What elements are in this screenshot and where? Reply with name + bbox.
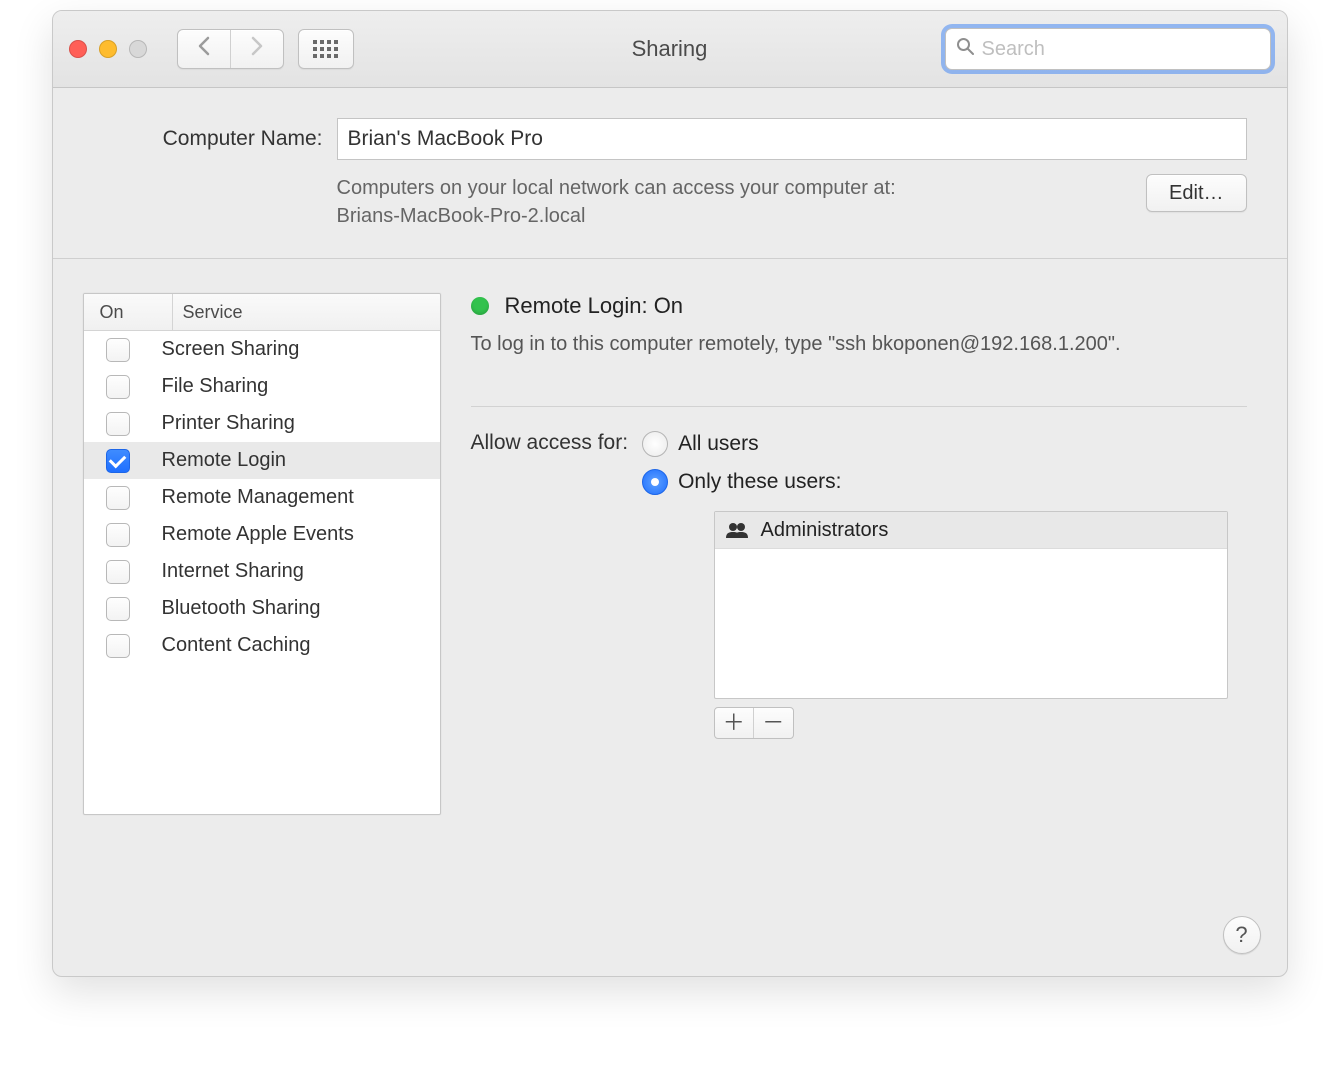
search-icon [956, 37, 974, 61]
service-checkbox[interactable] [106, 634, 130, 658]
service-row[interactable]: Internet Sharing [84, 553, 440, 590]
computer-name-section: Computer Name: Computers on your local n… [53, 88, 1287, 259]
sharing-preferences-window: Sharing Computer Name: Computers on your… [52, 10, 1288, 977]
service-row[interactable]: Remote Management [84, 479, 440, 516]
edit-hostname-button[interactable]: Edit… [1146, 174, 1246, 212]
services-col-service: Service [173, 294, 440, 330]
services-panel: On Service Screen Sharing File Sharing Pri… [83, 293, 441, 946]
user-name: Administrators [761, 519, 889, 542]
forward-button[interactable] [231, 30, 283, 68]
main-content: On Service Screen Sharing File Sharing Pri… [53, 259, 1287, 976]
service-label: Remote Login [154, 449, 287, 472]
service-row[interactable]: Printer Sharing [84, 405, 440, 442]
minus-icon: － [762, 712, 784, 734]
service-label: Printer Sharing [154, 412, 295, 435]
service-checkbox[interactable] [106, 597, 130, 621]
search-input[interactable] [980, 37, 1260, 62]
service-checkbox[interactable] [106, 486, 130, 510]
status-indicator-dot [471, 297, 489, 315]
services-list-header: On Service [84, 294, 440, 331]
radio-all-users-label: All users [678, 432, 759, 456]
service-label: Remote Management [154, 486, 354, 509]
add-user-button[interactable]: ＋ [715, 708, 755, 738]
service-status-text: Remote Login: On [505, 293, 684, 319]
services-col-on: On [84, 294, 173, 330]
chevron-left-icon [197, 36, 211, 62]
access-label: Allow access for: [471, 431, 629, 455]
service-label: Remote Apple Events [154, 523, 354, 546]
user-row[interactable]: Administrators [715, 512, 1227, 549]
service-row[interactable]: Remote Login [84, 442, 440, 479]
chevron-right-icon [250, 36, 264, 62]
computer-name-label: Computer Name: [93, 127, 323, 151]
window-close-button[interactable] [69, 40, 87, 58]
allowed-users-list[interactable]: Administrators [714, 511, 1228, 699]
service-checkbox[interactable] [106, 449, 130, 473]
service-checkbox[interactable] [106, 560, 130, 584]
access-radio-group: All users Only these users: [642, 431, 841, 495]
subtext-line-2: Brians-MacBook-Pro-2.local [337, 205, 586, 227]
service-row[interactable]: Content Caching [84, 627, 440, 664]
back-button[interactable] [178, 30, 231, 68]
help-icon: ? [1235, 922, 1247, 948]
service-row[interactable]: File Sharing [84, 368, 440, 405]
radio-only-these-users[interactable] [642, 469, 668, 495]
window-minimize-button[interactable] [99, 40, 117, 58]
service-label: File Sharing [154, 375, 269, 398]
nav-buttons [177, 29, 284, 69]
service-label: Bluetooth Sharing [154, 597, 321, 620]
login-instructions: To log in to this computer remotely, typ… [471, 333, 1247, 356]
group-icon [725, 522, 747, 538]
radio-only-users-row[interactable]: Only these users: [642, 469, 841, 495]
window-controls [69, 40, 147, 58]
service-row[interactable]: Screen Sharing [84, 331, 440, 368]
remove-user-button[interactable]: － [754, 708, 793, 738]
users-add-remove: ＋ － [714, 707, 794, 739]
service-checkbox[interactable] [106, 412, 130, 436]
service-label: Screen Sharing [154, 338, 300, 361]
plus-icon: ＋ [723, 712, 745, 734]
computer-name-input[interactable] [337, 118, 1247, 160]
grid-icon [313, 40, 338, 58]
service-label: Content Caching [154, 634, 311, 657]
service-row[interactable]: Bluetooth Sharing [84, 590, 440, 627]
radio-all-users[interactable] [642, 431, 668, 457]
access-section: Allow access for: All users Only these u… [471, 431, 1247, 495]
radio-only-users-label: Only these users: [678, 470, 841, 494]
service-checkbox[interactable] [106, 523, 130, 547]
show-all-button[interactable] [298, 29, 354, 69]
service-checkbox[interactable] [106, 338, 130, 362]
titlebar: Sharing [53, 11, 1287, 88]
window-zoom-button[interactable] [129, 40, 147, 58]
computer-name-subtext: Computers on your local network can acce… [337, 174, 1133, 230]
search-field-wrapper[interactable] [945, 28, 1271, 70]
service-row[interactable]: Remote Apple Events [84, 516, 440, 553]
checkmark-icon [109, 450, 127, 468]
detail-divider [471, 406, 1247, 407]
help-button[interactable]: ? [1223, 916, 1261, 954]
service-label: Internet Sharing [154, 560, 304, 583]
service-checkbox[interactable] [106, 375, 130, 399]
services-list: On Service Screen Sharing File Sharing Pri… [83, 293, 441, 815]
radio-all-users-row[interactable]: All users [642, 431, 841, 457]
subtext-line-1: Computers on your local network can acce… [337, 177, 896, 199]
service-detail-panel: Remote Login: On To log in to this compu… [471, 293, 1247, 946]
service-status: Remote Login: On [471, 293, 1247, 319]
window-title: Sharing [632, 36, 708, 62]
